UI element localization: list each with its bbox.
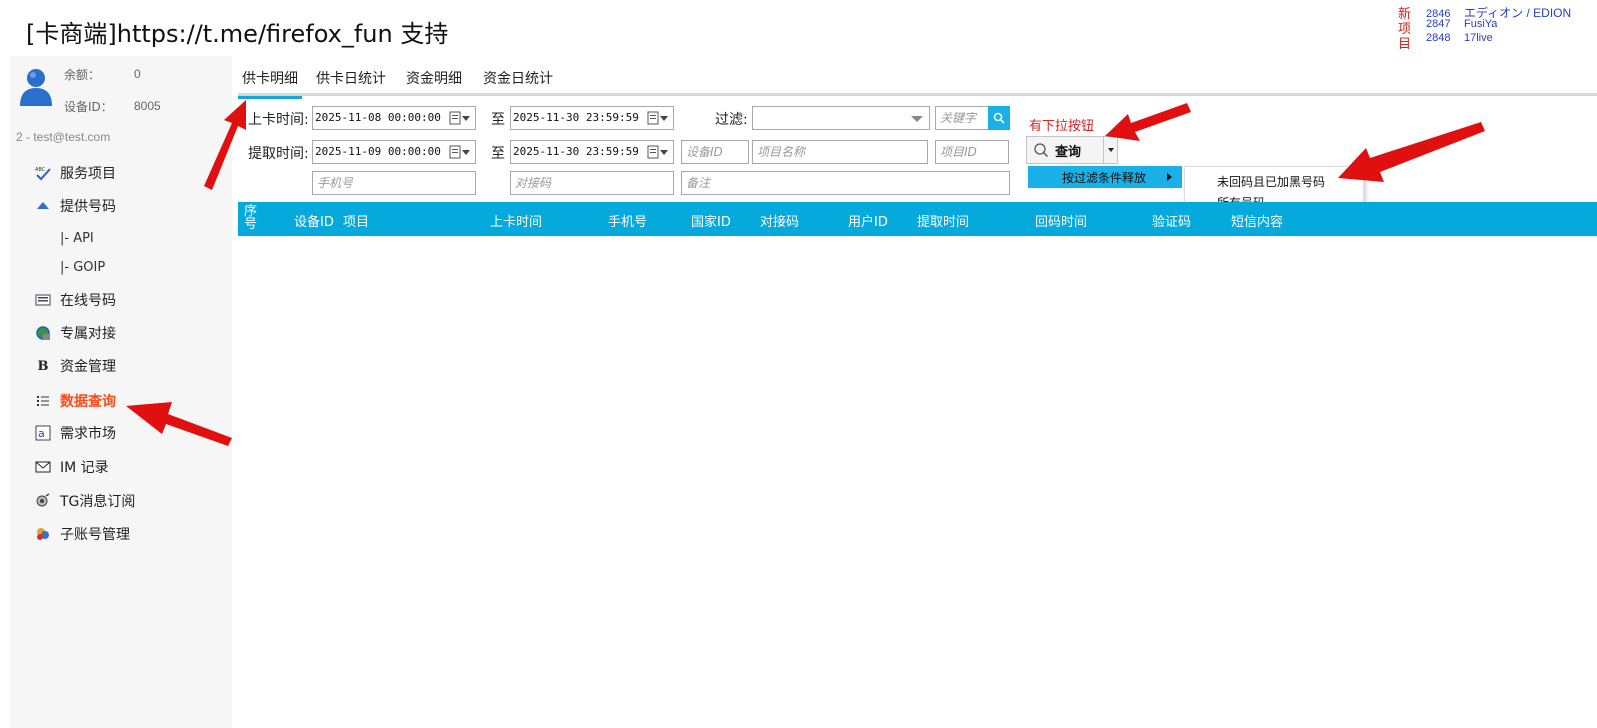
arrow-to-data-query-annotation — [126, 402, 232, 446]
arrow-to-submenu-annotation — [1338, 122, 1485, 182]
annotation-arrows — [126, 100, 1485, 446]
arrow-to-tab-annotation — [204, 100, 246, 190]
arrow-to-dropdown-annotation — [1105, 103, 1191, 141]
